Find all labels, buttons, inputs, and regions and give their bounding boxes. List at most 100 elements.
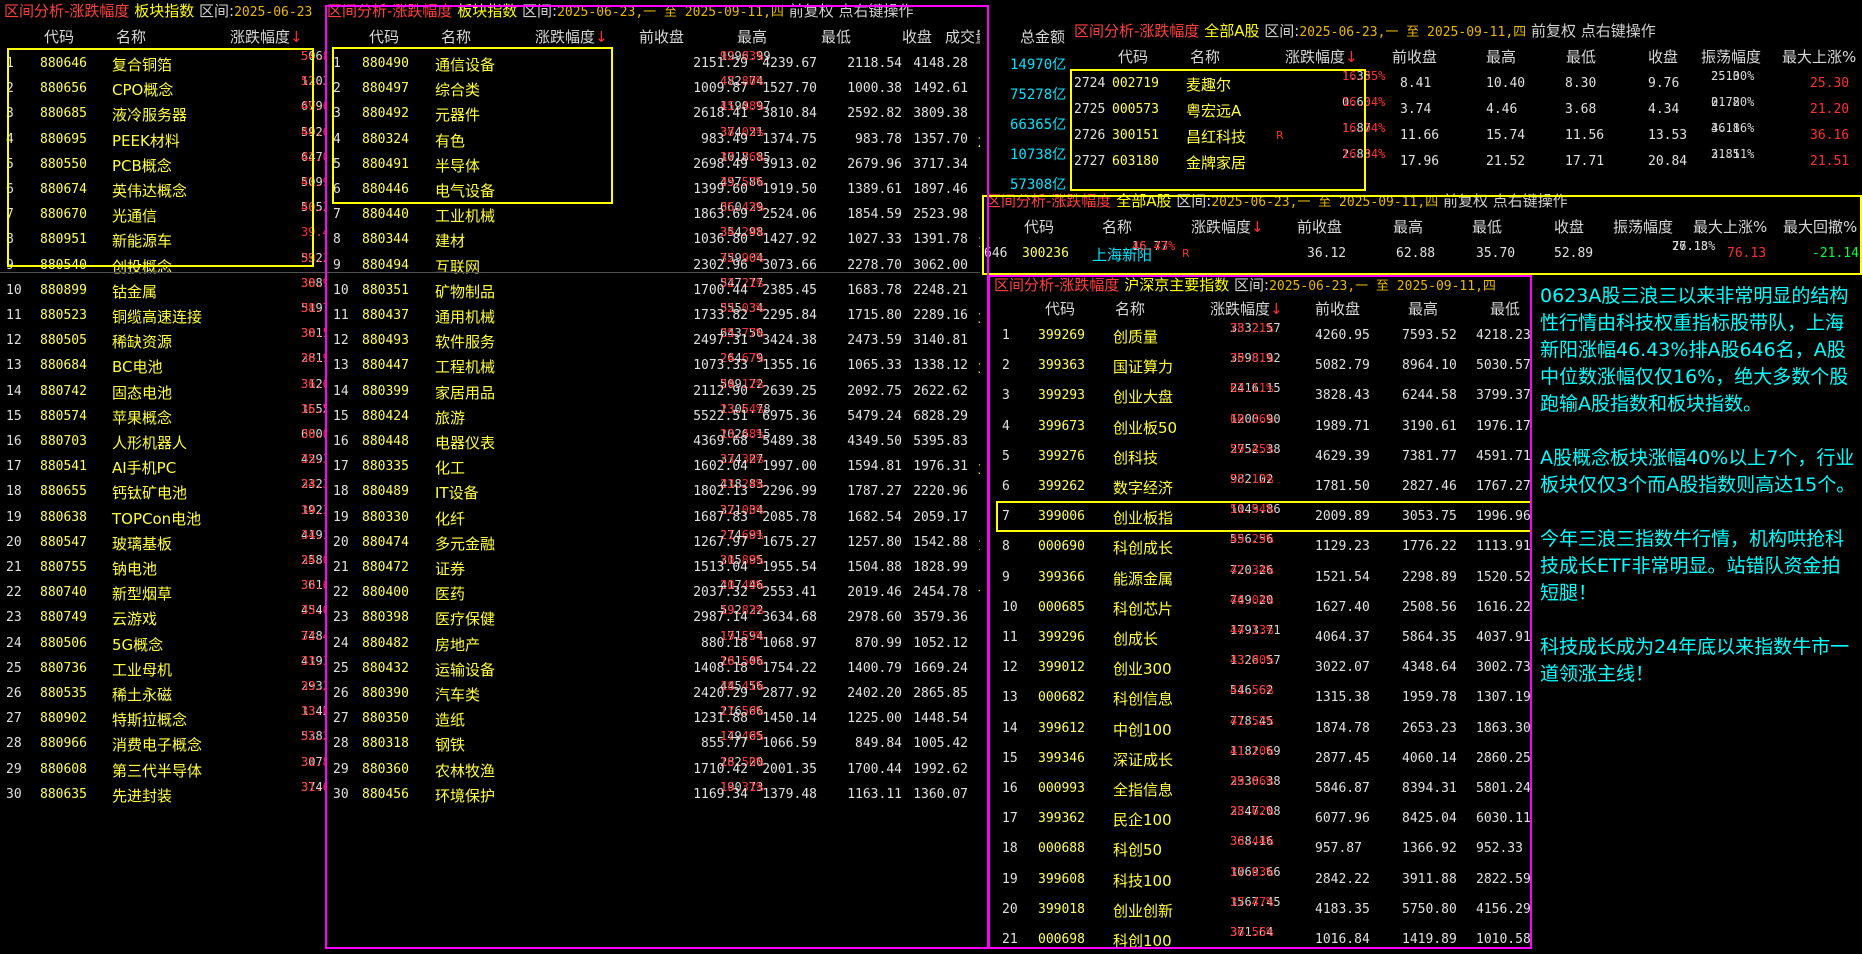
prev-cell: 2009.89	[1315, 509, 1370, 525]
code-cell: 880547	[40, 534, 87, 550]
table-row[interactable]: 3 399293 创业大盘 2416.15 63.11% 3828.43 6244.58 37…	[990, 380, 1530, 410]
row-number: 2726	[1074, 128, 1106, 143]
col-close[interactable]: 收盘	[902, 26, 932, 47]
table-row[interactable]: 8 000690 科创成长 556.56 49.29% 1129.23 1776.22 111…	[990, 531, 1530, 561]
totals-header[interactable]: 总金额	[1020, 26, 1065, 47]
table-row[interactable]: 16 000993 全指信息 2330.38 39.86% 5846.87 8394.31 5…	[990, 773, 1530, 803]
table-row[interactable]: 10 000685 科创芯片 749.20 46.04% 1627.40 2508.56 16…	[990, 592, 1530, 622]
prev-cell: 1129.23	[1315, 539, 1370, 555]
prev-cell: 1399.60	[693, 182, 748, 197]
low-cell: 4591.71	[1476, 448, 1530, 464]
name-cell: 建材	[435, 232, 466, 251]
table-row[interactable]: 2 399363 国证算力 3598.92 70.81% 5082.79 8964.10 50…	[990, 350, 1530, 380]
code-cell: 880899	[40, 282, 87, 298]
commentary-text: 0623A股三浪三以来非常明显的结构性行情由科技权重指标股带队，上海新阳涨幅46…	[1540, 285, 1856, 685]
col-pct[interactable]: 涨跌幅度↓	[1191, 216, 1264, 237]
col-vol[interactable]: 成交量	[945, 26, 980, 47]
table-row[interactable]: 19 399608 科技100 1069.66 37.63% 2842.22 3911.88…	[990, 864, 1530, 894]
col-low[interactable]: 最低	[1566, 46, 1596, 67]
col-high[interactable]: 最高	[1408, 298, 1438, 319]
table-row[interactable]: 12 399012 创业300 1326.57 43.90% 3022.07 4348.64…	[990, 652, 1530, 682]
col-pct[interactable]: 涨跌幅度↓	[1285, 46, 1358, 67]
row-number: 25	[333, 660, 349, 676]
table-row[interactable]: 9 399366 能源金属 720.26 47.34% 1521.54 2298.89 152…	[990, 562, 1530, 592]
table-row[interactable]: 7 399006 创业板指 1043.86 51.94% 2009.89 3053.75 19…	[990, 501, 1530, 531]
col-pct[interactable]: 涨跌幅度↓	[230, 26, 303, 47]
code-cell: 000690	[1038, 539, 1085, 555]
row-number: 24	[6, 635, 22, 651]
row-number: 28	[6, 736, 22, 752]
row-number: 17	[333, 459, 349, 475]
row-number: 25	[6, 660, 22, 676]
code-cell: 880755	[40, 560, 87, 575]
prev-cell: 1016.84	[1315, 932, 1370, 947]
high-cell: 3073.66	[762, 257, 817, 273]
table-row[interactable]: 30880635先进封装374.5331.69%	[0, 779, 325, 809]
col-high[interactable]: 最高	[1393, 216, 1423, 237]
prev-cell: 1513.04	[693, 560, 748, 575]
table-row[interactable]: 18 000688 科创50 368.16 38.44% 957.87 1366.92 952…	[990, 833, 1530, 863]
table-row[interactable]: 1 399269 创质量 3332.57 78.21% 4260.95 7593.52 421…	[990, 320, 1530, 350]
col-code[interactable]: 代码	[1118, 46, 1148, 67]
table-row[interactable]: 15 399346 深证成长 1182.69 41.10% 2877.45 4060.14 2…	[990, 743, 1530, 773]
col-low[interactable]: 最低	[821, 26, 851, 47]
middle-panel: 区间分析-涨跌幅度 板块指数 区间:2025-06-23,一 至 2025-09…	[325, 0, 980, 954]
table-row[interactable]: 21 000698 科创100 371.64 36.55% 1016.84 1419.89 1…	[990, 924, 1530, 954]
col-name[interactable]: 名称	[116, 26, 146, 47]
col-code[interactable]: 代码	[1045, 298, 1075, 319]
vol-cell: 36.6万	[978, 358, 980, 377]
table-row[interactable]: 4 399673 创业板50 1200.90 60.36% 1989.71 3190.61 1…	[990, 411, 1530, 441]
col-amp[interactable]: 振荡幅度	[1701, 46, 1761, 67]
col-close[interactable]: 收盘	[1554, 216, 1584, 237]
table-row[interactable]: 17 399362 民企100 2347.08 38.62% 6077.96 8425.04…	[990, 803, 1530, 833]
low-cell: 952.33	[1476, 841, 1523, 857]
table-row[interactable]: 13 000682 科创信息 546.62 41.56% 1315.38 1959.78 13…	[990, 682, 1530, 712]
table-row[interactable]: 6 399262 数字经济 982.02 55.12% 1781.50 2827.46 176…	[990, 471, 1530, 501]
table-row[interactable]: 14 399612 中创100 778.45 41.52% 1874.78 2653.23 1…	[990, 713, 1530, 743]
row-number: 17	[6, 459, 22, 475]
table-row[interactable]: 11 399296 创成长 1793.71 44.13% 4064.37 5864.35 40…	[990, 622, 1530, 652]
col-maxdd[interactable]: 最大回撤%	[1783, 216, 1857, 237]
high-cell: 2524.06	[762, 207, 817, 223]
col-name[interactable]: 名称	[1102, 216, 1132, 237]
col-code[interactable]: 代码	[369, 26, 399, 47]
col-close[interactable]: 收盘	[1648, 46, 1678, 67]
col-high[interactable]: 最高	[737, 26, 767, 47]
col-prev[interactable]: 前收盘	[1392, 46, 1437, 67]
col-name[interactable]: 名称	[441, 26, 471, 47]
col-prev[interactable]: 前收盘	[639, 26, 684, 47]
col-low[interactable]: 最低	[1490, 298, 1520, 319]
col-high[interactable]: 最高	[1486, 46, 1516, 67]
name-cell: 科创成长	[1113, 539, 1174, 558]
code-cell: 880523	[40, 308, 87, 323]
name-cell: 消费电子概念	[112, 736, 203, 755]
col-low[interactable]: 最低	[1472, 216, 1502, 237]
col-name[interactable]: 名称	[1190, 46, 1220, 67]
low-cell: 1787.27	[847, 484, 902, 500]
col-code[interactable]: 代码	[44, 26, 74, 47]
code-cell: 880646	[40, 56, 87, 71]
name-cell: 粤宏远A	[1186, 102, 1242, 120]
close-cell: 1360.07	[913, 786, 968, 802]
col-pct[interactable]: 涨跌幅度↓	[535, 26, 608, 47]
col-code[interactable]: 代码	[1024, 216, 1054, 237]
col-maxup[interactable]: 最大上涨%	[1693, 216, 1767, 237]
row-number: 2	[333, 81, 341, 97]
table-row[interactable]: 2727 603180 金牌家居 2.88 16.04% 17.96 21.52 17.71 2…	[1070, 146, 1862, 176]
prev-cell: 855.77	[701, 736, 748, 752]
low-cell: 1000.38	[847, 81, 902, 97]
col-amp[interactable]: 振荡幅度	[1613, 216, 1673, 237]
table-row[interactable]: 30 880456 环境保护 190.73 16.31% 1169.34 1379.48 11…	[325, 779, 980, 809]
col-prev[interactable]: 前收盘	[1315, 298, 1360, 319]
table-row[interactable]: 646 300236 上海新阳 R 16.77 46.43% 36.12 62.…	[982, 238, 1862, 268]
code-cell: 880490	[362, 56, 409, 71]
name-cell: 铜缆高速连接	[112, 308, 203, 326]
row-number: 23	[333, 610, 349, 626]
table-row[interactable]: 20 399018 创业创新 1567.45 37.47% 4183.35 5750.80 4…	[990, 894, 1530, 924]
col-name[interactable]: 名称	[1115, 298, 1145, 319]
col-prev[interactable]: 前收盘	[1297, 216, 1342, 237]
close-cell: 1897.46	[913, 182, 968, 197]
col-pct[interactable]: 涨跌幅度↓	[1210, 298, 1283, 319]
table-row[interactable]: 5 399276 创科技 2752.38 59.45% 4629.39 7381.77 459…	[990, 441, 1530, 471]
col-maxup[interactable]: 最大上涨%	[1782, 46, 1856, 67]
